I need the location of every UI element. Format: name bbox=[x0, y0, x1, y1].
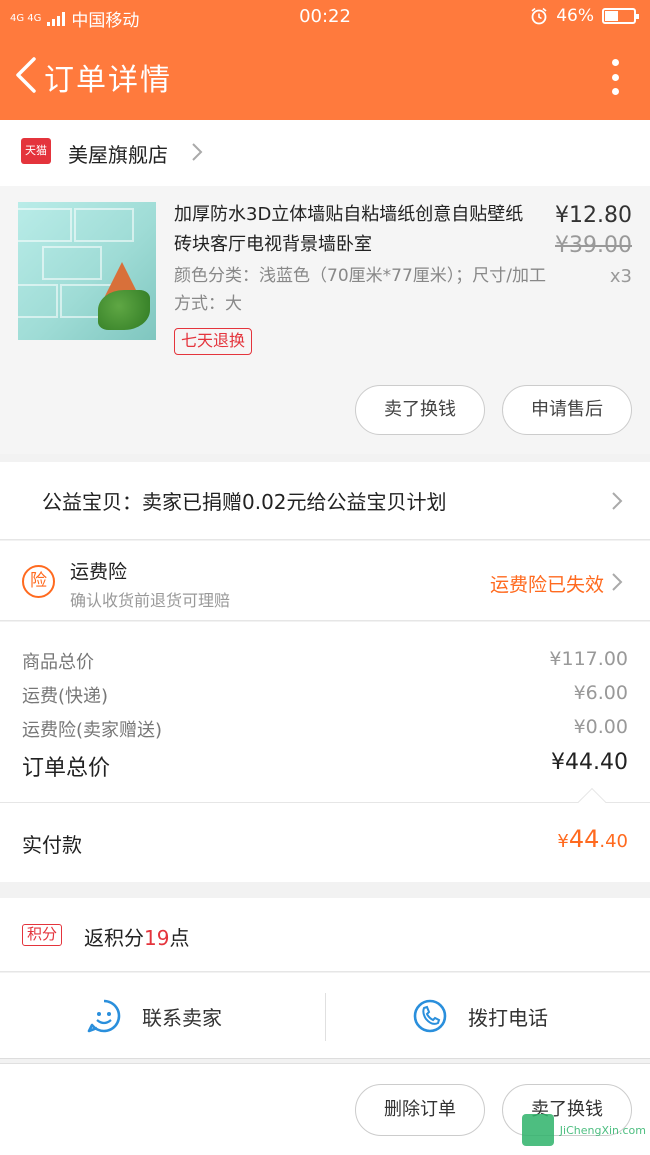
watermark-logo-icon bbox=[522, 1114, 554, 1146]
chevron-right-icon bbox=[192, 143, 203, 161]
summary-value: ¥0.00 bbox=[573, 716, 628, 738]
summary-row: 运费(快递) ¥6.00 bbox=[22, 682, 628, 708]
battery-percent: 46% bbox=[556, 6, 594, 26]
points-text: 返积分19点 bbox=[84, 926, 190, 950]
status-bar: 4G 4G 中国移动 00:22 46% bbox=[0, 0, 650, 33]
battery-icon bbox=[602, 8, 639, 24]
product-price: ¥12.80 bbox=[555, 203, 632, 228]
tmall-logo-icon: 天猫 bbox=[21, 138, 51, 164]
summary-row: 商品总价 ¥117.00 bbox=[22, 648, 628, 674]
price-summary: 商品总价 ¥117.00 运费(快递) ¥6.00 运费险(卖家赠送) ¥0.0… bbox=[0, 622, 650, 802]
contact-seller-button[interactable]: 联系卖家 bbox=[86, 973, 222, 1059]
alarm-icon bbox=[531, 7, 547, 25]
resell-button[interactable]: 卖了换钱 bbox=[355, 385, 485, 435]
summary-label: 运费(快递) bbox=[22, 686, 109, 707]
order-total-label: 订单总价 bbox=[22, 756, 111, 781]
product-spec: 颜色分类：浅蓝色（70厘米*77厘米）；尺寸/加工方式：大 bbox=[174, 266, 546, 314]
app-header: 订单详情 bbox=[0, 33, 650, 120]
insurance-icon: 险 bbox=[22, 565, 55, 598]
watermark: JiChengXin.com bbox=[522, 1108, 646, 1152]
charity-text: 公益宝贝：卖家已捐赠0.02元给公益宝贝计划 bbox=[42, 490, 447, 514]
contact-seller-label: 联系卖家 bbox=[142, 1005, 222, 1030]
insurance-title: 运费险 bbox=[70, 561, 128, 583]
return-policy-badge: 七天退换 bbox=[174, 328, 253, 355]
contact-bar: 联系卖家 拨打电话 bbox=[0, 973, 650, 1059]
call-phone-button[interactable]: 拨打电话 bbox=[412, 973, 548, 1059]
shipping-insurance-row[interactable]: 险 运费险 确认收货前退货可理赔 运费险已失效 bbox=[0, 541, 650, 621]
actual-payment-amount: ¥44.40 bbox=[557, 825, 628, 853]
points-badge: 积分 bbox=[22, 924, 63, 946]
phone-icon bbox=[413, 999, 447, 1033]
product-title: 加厚防水3D立体墙贴自粘墙纸创意自贴壁纸砖块客厅电视背景墙卧室 bbox=[174, 204, 524, 255]
order-total-row: 订单总价 ¥44.40 bbox=[22, 750, 628, 782]
summary-row: 运费险(卖家赠送) ¥0.00 bbox=[22, 716, 628, 742]
chat-face-icon bbox=[87, 999, 121, 1033]
delete-order-button[interactable]: 删除订单 bbox=[355, 1084, 485, 1136]
insurance-status: 运费险已失效 bbox=[489, 574, 604, 596]
product-thumbnail[interactable] bbox=[18, 202, 156, 340]
battery-fill bbox=[605, 11, 618, 21]
summary-value: ¥6.00 bbox=[573, 682, 628, 704]
store-row[interactable]: 天猫 美屋旗舰店 bbox=[0, 120, 650, 186]
watermark-text: JiChengXin.com bbox=[559, 1123, 646, 1137]
store-name: 美屋旗舰店 bbox=[68, 143, 168, 167]
order-total-value: ¥44.40 bbox=[551, 750, 628, 775]
actual-payment-row: 实付款 ¥44.40 bbox=[0, 787, 650, 882]
actual-payment-label: 实付款 bbox=[22, 833, 82, 857]
points-row: 积分 返积分19点 bbox=[0, 898, 650, 972]
more-menu-icon[interactable] bbox=[610, 59, 620, 95]
summary-value: ¥117.00 bbox=[549, 648, 628, 670]
summary-label: 商品总价 bbox=[22, 652, 94, 673]
chevron-right-icon bbox=[612, 573, 623, 591]
product-quantity: x3 bbox=[609, 266, 632, 287]
divider bbox=[325, 993, 326, 1041]
insurance-desc: 确认收货前退货可理赔 bbox=[70, 591, 231, 610]
after-sales-button[interactable]: 申请售后 bbox=[502, 385, 632, 435]
charity-row[interactable]: 公益宝贝：卖家已捐赠0.02元给公益宝贝计划 bbox=[0, 462, 650, 540]
summary-label: 运费险(卖家赠送) bbox=[22, 720, 163, 741]
chevron-right-icon bbox=[612, 492, 623, 510]
page-title: 订单详情 bbox=[44, 63, 172, 98]
original-price: ¥39.00 bbox=[555, 233, 632, 258]
call-phone-label: 拨打电话 bbox=[468, 1005, 548, 1030]
product-item[interactable]: 加厚防水3D立体墙贴自粘墙纸创意自贴壁纸砖块客厅电视背景墙卧室 颜色分类：浅蓝色… bbox=[0, 186, 650, 454]
back-arrow-icon[interactable] bbox=[12, 55, 42, 95]
